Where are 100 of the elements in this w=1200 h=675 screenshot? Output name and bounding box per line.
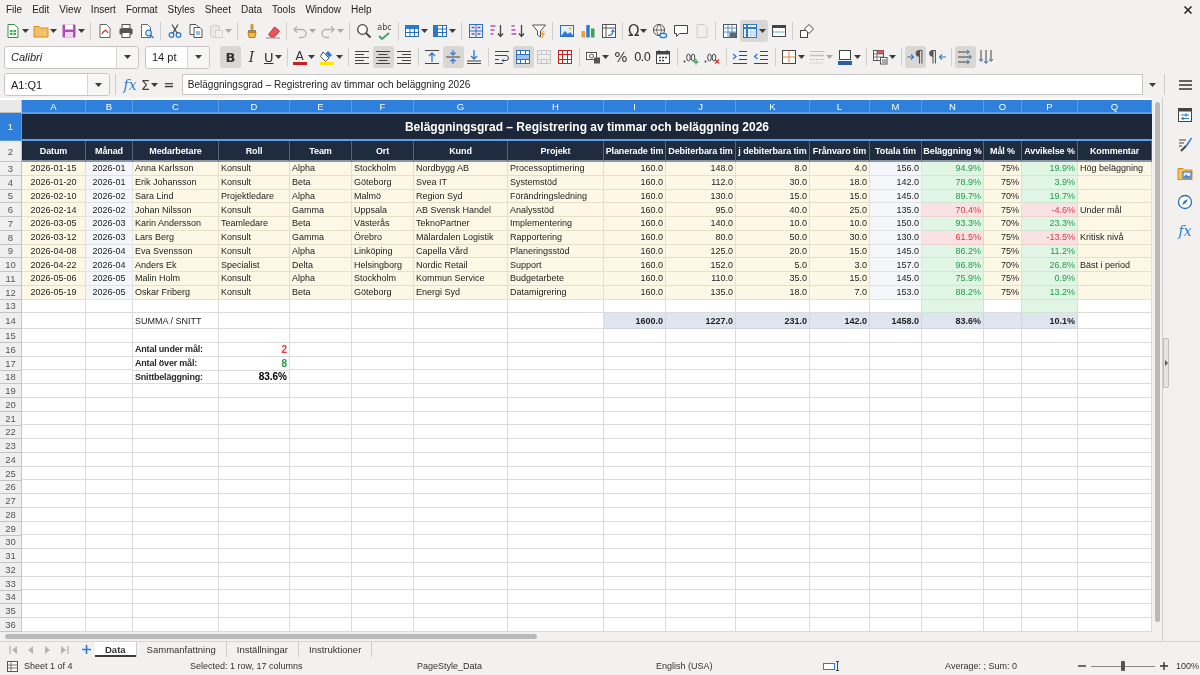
row-header[interactable]: 27 [0,494,22,508]
underline-button[interactable]: U [262,46,284,68]
table-cell: 160.0 [604,258,666,272]
table-cell: Under mål [1078,203,1152,217]
percent-button[interactable]: % [610,46,632,68]
freeze-button[interactable] [740,20,769,42]
row-header[interactable]: 28 [0,508,22,522]
menu-item[interactable]: Insert [85,0,121,19]
left-to-right-button[interactable]: ¶ [904,46,927,68]
sheet-tab[interactable]: Data [95,642,137,657]
menu-item[interactable]: Data [235,0,268,19]
row-header[interactable]: 24 [0,453,22,467]
column-header[interactable]: J [666,100,736,113]
column-header[interactable]: N [922,100,984,113]
table-cell: 2026-05 [86,272,133,286]
column-header[interactable]: F [352,100,414,113]
menu-item[interactable]: Help [346,0,377,19]
column-header[interactable]: K [736,100,810,113]
sheet-tab[interactable]: Sammanfattning [136,642,227,657]
row-header[interactable]: 3 [0,162,22,176]
column-header[interactable]: H [508,100,604,113]
row-header[interactable]: 19 [0,384,22,398]
freeze-panes-icon [742,23,759,39]
row-header[interactable]: 16 [0,343,22,357]
sidebar-handle[interactable] [1163,338,1169,388]
table-cell: Specialist [219,258,290,272]
row-header[interactable]: 23 [0,439,22,453]
column-heading: Mål % [984,141,1022,162]
functions-button[interactable]: fx [1172,220,1198,242]
column-header[interactable]: A [22,100,86,113]
dropdown-button[interactable] [116,46,138,68]
scroll-thumb[interactable] [5,634,537,639]
column-header[interactable]: G [414,100,508,113]
menu-item[interactable]: Styles [162,0,200,19]
column-header[interactable]: O [984,100,1022,113]
row-header[interactable]: 2 [0,141,22,162]
column-header[interactable]: M [870,100,922,113]
italic-button[interactable]: I [241,46,262,68]
page-style-status[interactable]: PageStyle_Data [417,661,656,671]
table-cell: 142.0 [810,313,870,330]
align-center-button[interactable] [372,46,394,68]
menu-item[interactable]: Edit [27,0,55,19]
column-header[interactable]: L [810,100,870,113]
formula-input[interactable]: Beläggningsgrad – Registrering av timmar och beläggning 2026 [181,74,1143,95]
function-wizard-button[interactable]: fx [121,73,139,96]
sheet-tab[interactable]: Inställningar [226,642,299,657]
merge-center-button[interactable] [512,46,534,68]
properties-icon [1177,107,1193,123]
row-header[interactable]: 7 [0,217,22,231]
sum-button[interactable]: Σ [139,73,160,96]
row-header[interactable]: 31 [0,549,22,563]
column-header[interactable]: P [1022,100,1078,113]
row-header[interactable]: 35 [0,604,22,618]
column-header[interactable]: Q [1078,100,1152,113]
column-heading: Ort [352,141,414,162]
speech-bubble-icon [672,23,689,39]
sort-icon [467,23,484,39]
row-header[interactable]: 20 [0,398,22,412]
number-button[interactable]: 0.0 [631,46,653,68]
menu-item[interactable]: File [1,0,28,19]
column-header[interactable]: D [219,100,290,113]
row-header[interactable]: 6 [0,203,22,217]
column-header[interactable]: I [604,100,666,113]
sheet-tab[interactable]: Instruktioner [299,642,373,657]
row-header[interactable]: 36 [0,618,22,632]
dropdown-button[interactable] [187,46,209,68]
menu-item[interactable]: Format [120,0,163,19]
font-size-box[interactable]: 14 pt [145,45,210,69]
table-cell: 70.4% [922,203,984,217]
row-header[interactable]: 10 [0,258,22,272]
zoom-in-button[interactable] [1158,659,1170,673]
menu-item[interactable]: Window [300,0,346,19]
text-horizontal-button[interactable] [954,46,976,68]
table-cell: 145.0 [870,272,922,286]
column-header[interactable]: E [290,100,352,113]
row-header[interactable]: 32 [0,563,22,577]
font-name-box[interactable]: Calibri [4,45,139,69]
row-header[interactable]: 15 [0,329,22,343]
language-status[interactable]: English (USA) [656,661,820,671]
font-color-button[interactable]: A [290,46,317,68]
column-header[interactable]: C [133,100,219,113]
special-character-button[interactable]: Ω [626,20,650,42]
slider-thumb[interactable] [1121,661,1125,671]
right-to-left-button[interactable]: ¶ [926,46,948,68]
menu-item[interactable]: View [54,0,86,19]
table-cell: Processoptimering [508,162,604,176]
table-cell: 2026-02-14 [22,203,86,217]
menu-item[interactable]: Tools [267,0,301,19]
dropdown-button[interactable] [87,74,109,95]
zoom-level[interactable]: 100% [1176,661,1200,671]
bold-button[interactable]: B [220,46,241,68]
formula-button[interactable]: = [159,73,178,96]
spelling-button[interactable]: abc [374,20,395,42]
column-header[interactable]: B [86,100,133,113]
menu-item[interactable]: Sheet [199,0,236,19]
name-box[interactable]: A1:Q1 [4,73,110,96]
table-cell: TeknoPartner [414,217,508,231]
row-header[interactable]: 14 [0,313,22,330]
row-header[interactable]: 11 [0,272,22,286]
row-header[interactable]: 1 [0,113,22,141]
